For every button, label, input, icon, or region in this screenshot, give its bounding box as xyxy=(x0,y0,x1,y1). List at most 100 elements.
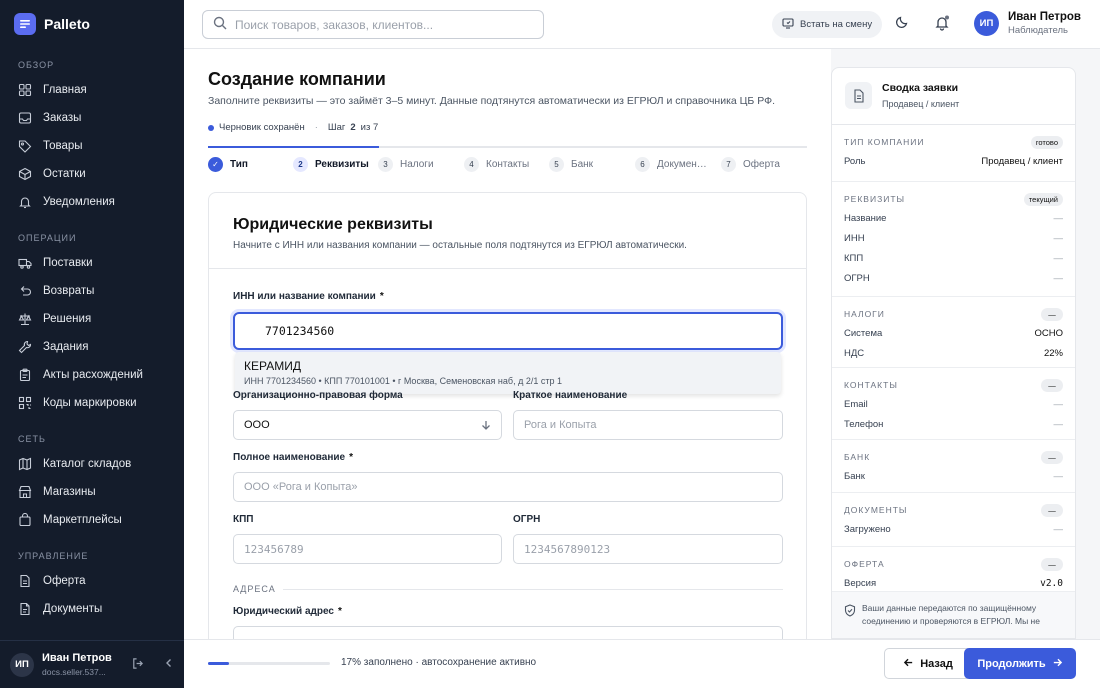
sidebar-item-map[interactable]: Каталог складов xyxy=(0,450,184,478)
sidebar: Palleto ОБЗОР Главная Заказы Товары Остатки У… xyxy=(0,0,184,688)
status-badge: — xyxy=(1041,379,1063,392)
arrow-down-icon xyxy=(480,419,492,434)
search-icon xyxy=(213,16,227,33)
status-badge: текущий xyxy=(1023,193,1063,206)
sidebar-item-wrench[interactable]: Задания xyxy=(0,333,184,361)
sidebar-item-label: Оферта xyxy=(43,575,86,587)
summary-group: РЕКВИЗИТЫ текущий Название — ИНН — КПП — ОГРН — xyxy=(832,182,1075,297)
sidebar-item-tag[interactable]: Товары xyxy=(0,132,184,160)
sidebar-item-truck[interactable]: Поставки xyxy=(0,249,184,277)
back-button[interactable]: Назад xyxy=(884,648,972,679)
step-label: Реквизиты xyxy=(315,159,369,170)
step-5[interactable]: 5 Банк xyxy=(549,157,593,172)
summary-group: НАЛОГИ — Система ОСНО НДС 22% xyxy=(832,297,1075,368)
step-2[interactable]: 2 Реквизиты xyxy=(293,157,369,172)
summary-row-value: 22% xyxy=(1043,348,1063,359)
tag-icon xyxy=(18,140,32,153)
step-7[interactable]: 7 Оферта xyxy=(721,157,780,172)
summary-group: ТИП КОМПАНИИ готово Роль Продавец / клиент xyxy=(832,125,1075,182)
status-badge: — xyxy=(1041,451,1063,464)
fill-progress-bar xyxy=(208,662,229,665)
summary-group-title: ТИП КОМПАНИИ xyxy=(844,137,925,147)
inn-label: ИНН или название компании * xyxy=(233,291,384,302)
full-name-label: Полное наименование * xyxy=(233,452,353,463)
summary-group: КОНТАКТЫ — Email — Телефон — xyxy=(832,368,1075,440)
store-icon xyxy=(18,485,32,499)
sidebar-item-inbox[interactable]: Заказы xyxy=(0,104,184,132)
sidebar-item-store[interactable]: Магазины xyxy=(0,478,184,506)
summary-group-title: ОФЕРТА xyxy=(844,559,885,569)
summary-row: НДС 22% xyxy=(844,348,1063,359)
continue-button[interactable]: Продолжить xyxy=(964,648,1076,679)
step-number: 3 xyxy=(378,157,393,172)
collapse-sidebar-icon[interactable] xyxy=(164,658,174,671)
start-shift-button[interactable]: Встать на смену xyxy=(772,11,883,38)
ogrn-label: ОГРН xyxy=(513,514,541,525)
sidebar-item-label: Заказы xyxy=(43,112,82,124)
full-name-input[interactable]: ООО «Рога и Копыта» xyxy=(233,472,783,502)
grid-icon xyxy=(18,83,32,97)
sidebar-item-return[interactable]: Возвраты xyxy=(0,277,184,305)
summary-group-title: ДОКУМЕНТЫ xyxy=(844,505,908,515)
summary-row: Email — xyxy=(844,399,1063,410)
sidebar-item-label: Уведомления xyxy=(43,196,115,208)
summary-row: Телефон — xyxy=(844,419,1063,430)
box-icon xyxy=(18,167,32,181)
brand[interactable]: Palleto xyxy=(14,13,90,35)
inn-suggestion[interactable]: КЕРАМИД ИНН 7701234560 • КПП 770101001 •… xyxy=(235,352,781,394)
opf-select[interactable]: ООО xyxy=(233,410,502,440)
bell-icon[interactable] xyxy=(934,15,950,34)
opf-value: ООО xyxy=(244,419,270,431)
summary-row-key: КПП xyxy=(844,253,864,264)
sidebar-item-grid[interactable]: Главная xyxy=(0,76,184,104)
summary-row: Роль Продавец / клиент xyxy=(844,156,1063,167)
draft-dot-icon xyxy=(208,124,214,131)
arrow-right-icon xyxy=(1052,657,1063,671)
summary-row-key: НДС xyxy=(844,348,865,359)
avatar[interactable]: ИП xyxy=(10,652,34,677)
step-number: 7 xyxy=(721,157,736,172)
step-total: из 7 xyxy=(360,122,379,133)
summary-row-key: Название xyxy=(844,213,887,224)
sidebar-item-qr[interactable]: Коды маркировки xyxy=(0,389,184,417)
sidebar-section-title: УПРАВЛЕНИЕ xyxy=(18,551,89,561)
top-user[interactable]: ИП Иван Петров Наблюдатель xyxy=(974,11,1081,36)
sidebar-item-bag[interactable]: Маркетплейсы xyxy=(0,506,184,534)
step-3[interactable]: 3 Налоги xyxy=(378,157,434,172)
logout-icon[interactable] xyxy=(131,657,144,673)
step-1[interactable]: ✓ Тип xyxy=(208,157,248,172)
ogrn-input[interactable]: 1234567890123 xyxy=(513,534,783,564)
status-badge: готово xyxy=(1030,136,1063,149)
step-6[interactable]: 6 Докумен… xyxy=(635,157,707,172)
step-label: Банк xyxy=(571,159,594,170)
inn-input[interactable]: 7701234560 xyxy=(233,312,783,350)
short-name-input[interactable]: Рога и Копыта xyxy=(513,410,783,440)
sidebar-item-clipboard[interactable]: Акты расхождений xyxy=(0,361,184,389)
sidebar-item-scale[interactable]: Решения xyxy=(0,305,184,333)
step-number: ✓ xyxy=(208,157,223,172)
security-note: Ваши данные передаются по защищённому со… xyxy=(832,592,1075,638)
sidebar-user-email: docs.seller.537... xyxy=(42,667,106,677)
summary-row-value: — xyxy=(1053,253,1064,264)
step-label: Оферта xyxy=(743,159,780,170)
summary-row: Версия v2.0 xyxy=(844,578,1063,589)
step-number: 6 xyxy=(635,157,650,172)
sidebar-item-box[interactable]: Остатки xyxy=(0,160,184,188)
sidebar-item-file[interactable]: Оферта xyxy=(0,567,184,595)
stepper: ✓ Тип 2 Реквизиты 3 Налоги 4 Контакты 5 Банк 6 Доку… xyxy=(208,157,807,175)
short-name-label: Краткое наименование xyxy=(513,390,628,401)
sidebar-item-document[interactable]: Документы xyxy=(0,595,184,623)
step-number: 4 xyxy=(464,157,479,172)
legal-address-input[interactable] xyxy=(233,626,783,639)
summary-row-key: Роль xyxy=(844,156,866,167)
sidebar-item-label: Главная xyxy=(43,84,87,96)
search-input[interactable] xyxy=(235,17,525,32)
sidebar-footer: ИП Иван Петров docs.seller.537... xyxy=(0,640,184,688)
sidebar-item-bell[interactable]: Уведомления xyxy=(0,188,184,216)
search-box[interactable] xyxy=(202,10,544,39)
moon-icon[interactable] xyxy=(895,15,909,32)
kpp-input[interactable]: 123456789 xyxy=(233,534,502,564)
step-4[interactable]: 4 Контакты xyxy=(464,157,529,172)
shield-check-icon xyxy=(844,604,856,617)
scale-icon xyxy=(18,313,32,326)
